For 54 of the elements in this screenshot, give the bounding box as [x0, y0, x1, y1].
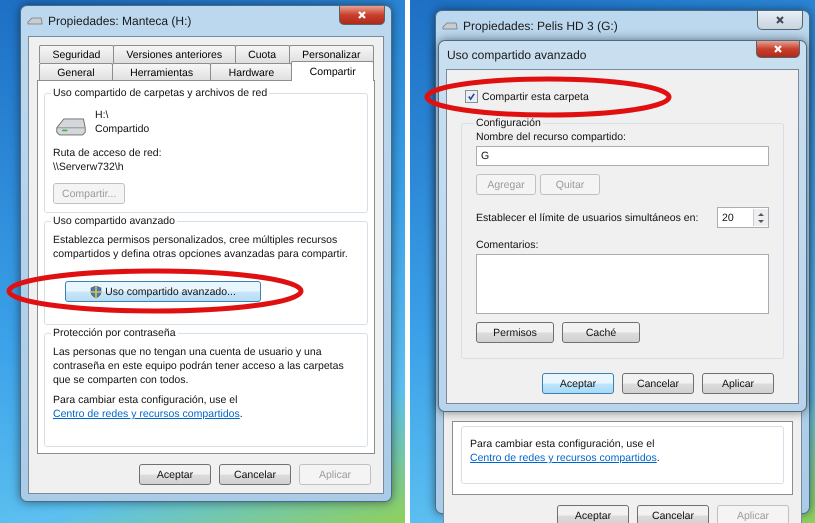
group-title: Uso compartido de carpetas y archivos de red: [52, 87, 268, 99]
spin-arrows-icon: [757, 210, 765, 224]
password-info-text: Las personas que no tengan una cuenta de usuario y una contraseña en este equipo podrán tener acceso a las carpetas que se comparten con todos.: [53, 345, 345, 387]
checkbox-label: Compartir esta carpeta: [482, 90, 589, 102]
settings-note: Para cambiar esta configuración, use el Centro de redes y recursos compartidos.: [470, 437, 661, 465]
user-limit-spinner[interactable]: 20: [717, 207, 769, 228]
checkbox[interactable]: [465, 90, 478, 103]
path-label: Ruta de acceso de red:: [53, 147, 162, 159]
close-icon: [357, 10, 367, 20]
dialog-button[interactable]: Cancelar: [622, 373, 694, 394]
share-folder-checkbox[interactable]: Compartir esta carpeta: [465, 90, 784, 103]
dialog-button[interactable]: Aceptar: [139, 464, 211, 485]
drive-path: H:\: [95, 109, 110, 121]
advanced-sharing-button[interactable]: Uso compartido avanzado...: [65, 281, 261, 302]
close-button[interactable]: [757, 11, 803, 30]
dialog-button[interactable]: Cancelar: [637, 505, 709, 523]
drive-icon: [27, 16, 43, 26]
network-center-link[interactable]: Centro de redes y recursos compartidos: [53, 408, 240, 420]
close-button[interactable]: [756, 41, 800, 58]
tab[interactable]: General: [39, 63, 113, 81]
dialog-title: Uso compartido avanzado: [447, 48, 588, 62]
tab[interactable]: Seguridad: [39, 45, 114, 63]
dialog-button[interactable]: Permisos: [476, 322, 554, 343]
comments-field[interactable]: [476, 254, 769, 314]
group-title: Configuración: [475, 117, 542, 129]
tab[interactable]: Compartir: [291, 61, 374, 81]
tab[interactable]: Versiones anteriores: [112, 45, 236, 63]
dialog-button[interactable]: Aplicar: [702, 373, 774, 394]
share-name-field[interactable]: G: [476, 146, 769, 166]
group-title: Protección por contraseña: [52, 327, 177, 339]
network-center-link[interactable]: Centro de redes y recursos compartidos: [470, 452, 657, 464]
tab[interactable]: Herramientas: [112, 63, 212, 81]
window-title: Propiedades: Pelis HD 3 (G:): [463, 19, 619, 33]
drive-icon: [442, 21, 458, 31]
dialog-button[interactable]: Aceptar: [557, 505, 629, 523]
group-title: Uso compartido avanzado: [52, 215, 176, 227]
description-text: Establezca permisos personalizados, cree múltiples recursos compartidos y defina otras opciones avanzadas para compartir.: [53, 233, 349, 261]
tab[interactable]: Hardware: [210, 63, 292, 81]
dialog-button[interactable]: Aceptar: [542, 373, 614, 394]
field-label: Nombre del recurso compartido:: [476, 131, 627, 143]
drive-status: Compartido: [95, 123, 150, 135]
field-label: Establecer el límite de usuarios simultáneos en:: [476, 212, 698, 224]
network-path: \\Serverw732\h: [53, 161, 124, 173]
tab[interactable]: Cuota: [234, 45, 290, 63]
dialog-button[interactable]: Caché: [562, 322, 640, 343]
dialog-button[interactable]: Cancelar: [219, 464, 291, 485]
field-label: Comentarios:: [476, 239, 540, 251]
close-icon: [775, 15, 785, 25]
close-icon: [773, 44, 783, 54]
shield-icon: [90, 284, 102, 298]
settings-note: Para cambiar esta configuración, use el Centro de redes y recursos compartidos.: [53, 393, 244, 421]
checkmark-icon: [467, 92, 476, 101]
window-title: Propiedades: Manteca (H:): [48, 14, 192, 28]
close-button[interactable]: [339, 6, 385, 25]
